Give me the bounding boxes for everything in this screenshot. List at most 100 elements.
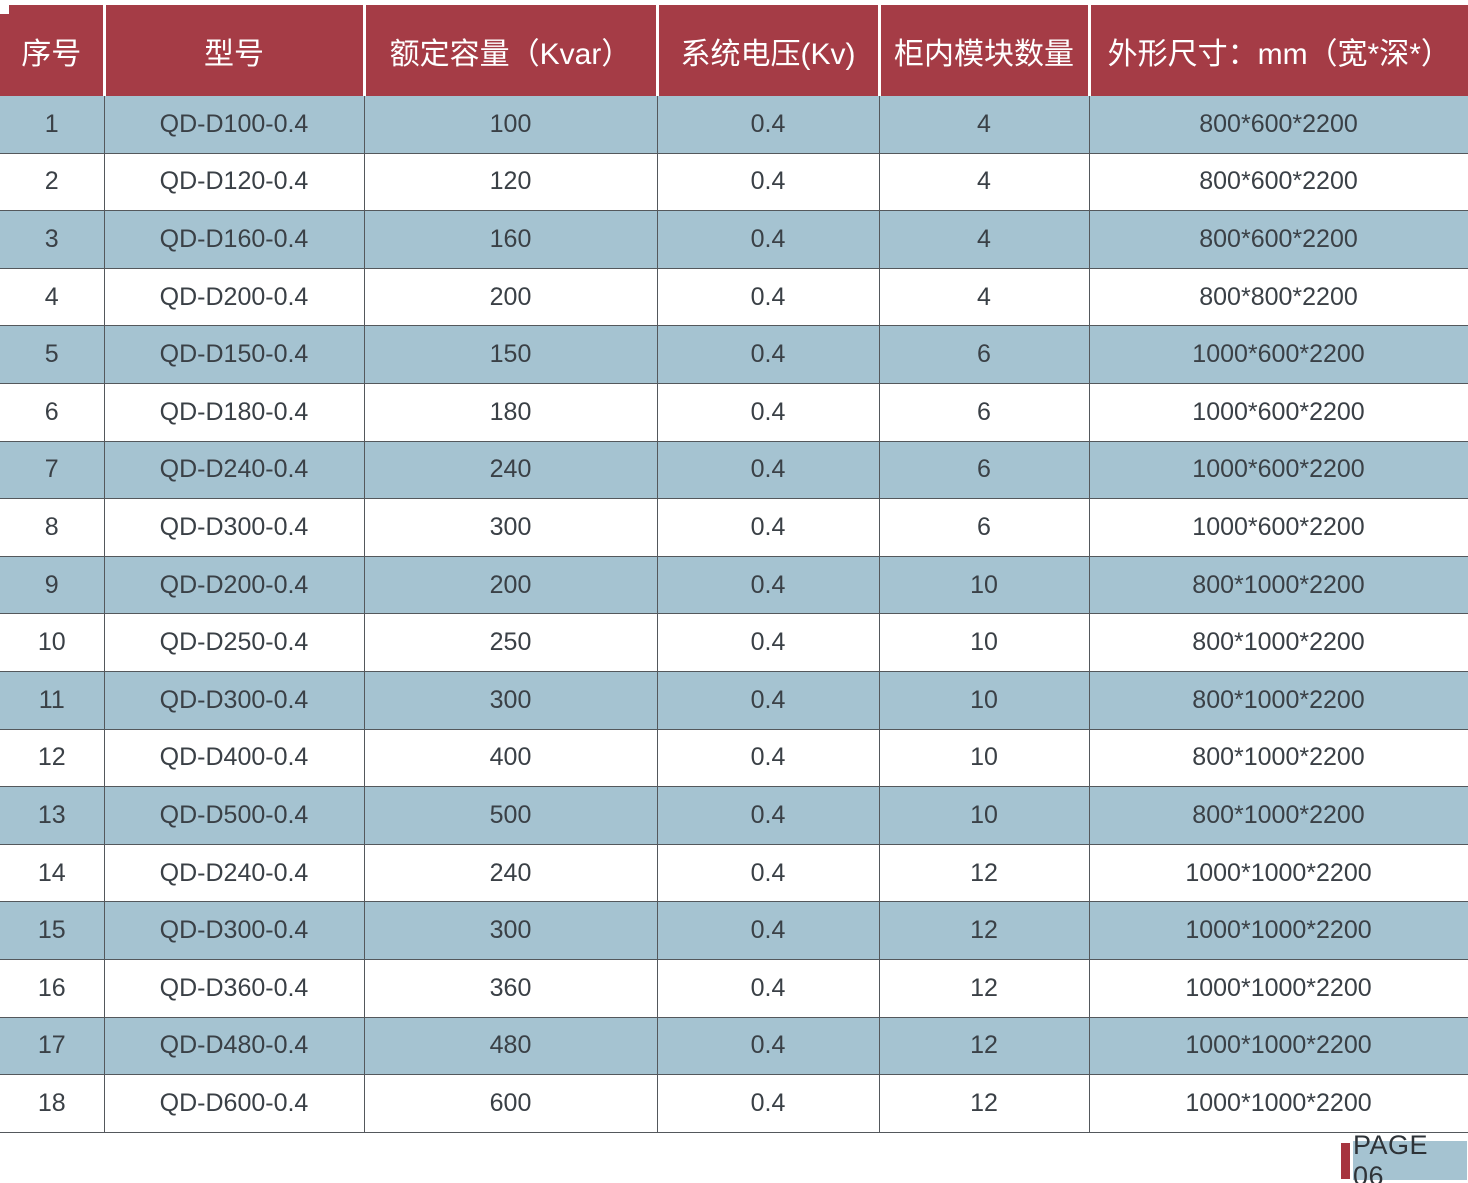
cell-dimensions: 800*1000*2200: [1088, 729, 1468, 788]
cell-serial: 12: [0, 729, 105, 788]
cell-dimensions: 800*600*2200: [1088, 210, 1468, 269]
table-row: 3 QD-D160-0.4 160 0.4 4 800*600*2200: [0, 210, 1468, 269]
cell-serial: 2: [0, 153, 105, 212]
cell-capacity: 300: [363, 901, 658, 960]
cell-model: QD-D400-0.4: [103, 729, 365, 788]
cell-modules: 4: [878, 268, 1090, 327]
cell-voltage: 0.4: [656, 786, 880, 845]
cell-voltage: 0.4: [656, 901, 880, 960]
cell-voltage: 0.4: [656, 671, 880, 730]
column-header-dimensions: 外形尺寸：mm（宽*深*）: [1087, 5, 1468, 96]
cell-voltage: 0.4: [656, 613, 880, 672]
cell-voltage: 0.4: [656, 268, 880, 327]
cell-voltage: 0.4: [656, 325, 880, 384]
cell-serial: 7: [0, 441, 105, 500]
cell-model: QD-D250-0.4: [103, 613, 365, 672]
cell-capacity: 480: [363, 1017, 658, 1076]
cell-serial: 13: [0, 786, 105, 845]
table-row: 17 QD-D480-0.4 480 0.4 12 1000*1000*2200: [0, 1017, 1468, 1076]
cell-dimensions: 1000*600*2200: [1088, 383, 1468, 442]
cell-model: QD-D160-0.4: [103, 210, 365, 269]
cell-serial: 11: [0, 671, 105, 730]
cell-voltage: 0.4: [656, 729, 880, 788]
product-spec-table: 序号 型号 额定容量（Kvar） 系统电压(Kv) 柜内模块数量 外形尺寸：mm…: [0, 5, 1468, 1133]
cell-dimensions: 1000*600*2200: [1088, 498, 1468, 557]
cell-modules: 12: [878, 1017, 1090, 1076]
cell-capacity: 120: [363, 153, 658, 212]
table-row: 1 QD-D100-0.4 100 0.4 4 800*600*2200: [0, 96, 1468, 154]
column-header-model: 型号: [102, 5, 364, 96]
cell-dimensions: 1000*600*2200: [1088, 325, 1468, 384]
cell-modules: 4: [878, 210, 1090, 269]
cell-voltage: 0.4: [656, 210, 880, 269]
cell-serial: 6: [0, 383, 105, 442]
cell-serial: 9: [0, 556, 105, 615]
cell-modules: 6: [878, 383, 1090, 442]
cell-voltage: 0.4: [656, 556, 880, 615]
cell-capacity: 250: [363, 613, 658, 672]
cell-dimensions: 1000*1000*2200: [1088, 901, 1468, 960]
catalog-page: 序号 型号 额定容量（Kvar） 系统电压(Kv) 柜内模块数量 外形尺寸：mm…: [0, 0, 1468, 1183]
cell-dimensions: 800*1000*2200: [1088, 556, 1468, 615]
cell-dimensions: 800*1000*2200: [1088, 613, 1468, 672]
cell-voltage: 0.4: [656, 383, 880, 442]
cell-modules: 10: [878, 671, 1090, 730]
cell-model: QD-D600-0.4: [103, 1074, 365, 1133]
cell-modules: 12: [878, 1074, 1090, 1133]
cell-voltage: 0.4: [656, 498, 880, 557]
column-header-modules: 柜内模块数量: [877, 5, 1089, 96]
cell-dimensions: 1000*1000*2200: [1088, 1074, 1468, 1133]
cell-serial: 18: [0, 1074, 105, 1133]
cell-serial: 15: [0, 901, 105, 960]
cell-modules: 6: [878, 441, 1090, 500]
cell-dimensions: 1000*1000*2200: [1088, 959, 1468, 1018]
cell-model: QD-D500-0.4: [103, 786, 365, 845]
page-number-label: PAGE 06: [1353, 1130, 1467, 1183]
corner-notch: [0, 5, 9, 14]
cell-dimensions: 800*600*2200: [1088, 96, 1468, 154]
table-body: 1 QD-D100-0.4 100 0.4 4 800*600*2200 2 Q…: [0, 96, 1468, 1133]
cell-modules: 10: [878, 786, 1090, 845]
cell-voltage: 0.4: [656, 844, 880, 903]
table-row: 2 QD-D120-0.4 120 0.4 4 800*600*2200: [0, 153, 1468, 212]
cell-model: QD-D120-0.4: [103, 153, 365, 212]
cell-capacity: 300: [363, 671, 658, 730]
table-row: 5 QD-D150-0.4 150 0.4 6 1000*600*2200: [0, 325, 1468, 384]
cell-modules: 6: [878, 325, 1090, 384]
cell-capacity: 200: [363, 556, 658, 615]
table-row: 6 QD-D180-0.4 180 0.4 6 1000*600*2200: [0, 383, 1468, 442]
cell-modules: 10: [878, 556, 1090, 615]
cell-modules: 12: [878, 959, 1090, 1018]
cell-capacity: 180: [363, 383, 658, 442]
cell-capacity: 500: [363, 786, 658, 845]
cell-model: QD-D300-0.4: [103, 901, 365, 960]
cell-capacity: 240: [363, 441, 658, 500]
cell-capacity: 400: [363, 729, 658, 788]
cell-model: QD-D100-0.4: [103, 96, 365, 154]
cell-serial: 4: [0, 268, 105, 327]
table-row: 9 QD-D200-0.4 200 0.4 10 800*1000*2200: [0, 556, 1468, 615]
cell-capacity: 600: [363, 1074, 658, 1133]
cell-capacity: 160: [363, 210, 658, 269]
cell-voltage: 0.4: [656, 1017, 880, 1076]
cell-serial: 8: [0, 498, 105, 557]
cell-serial: 1: [0, 96, 105, 154]
cell-dimensions: 800*1000*2200: [1088, 671, 1468, 730]
cell-dimensions: 1000*600*2200: [1088, 441, 1468, 500]
cell-model: QD-D240-0.4: [103, 844, 365, 903]
cell-serial: 14: [0, 844, 105, 903]
cell-model: QD-D180-0.4: [103, 383, 365, 442]
cell-serial: 16: [0, 959, 105, 1018]
cell-voltage: 0.4: [656, 96, 880, 154]
accent-bar: [1341, 1143, 1350, 1179]
cell-capacity: 100: [363, 96, 658, 154]
cell-model: QD-D300-0.4: [103, 498, 365, 557]
cell-model: QD-D480-0.4: [103, 1017, 365, 1076]
cell-serial: 3: [0, 210, 105, 269]
cell-dimensions: 800*800*2200: [1088, 268, 1468, 327]
cell-model: QD-D300-0.4: [103, 671, 365, 730]
table-row: 12 QD-D400-0.4 400 0.4 10 800*1000*2200: [0, 729, 1468, 788]
cell-voltage: 0.4: [656, 959, 880, 1018]
cell-dimensions: 800*1000*2200: [1088, 786, 1468, 845]
cell-modules: 4: [878, 96, 1090, 154]
